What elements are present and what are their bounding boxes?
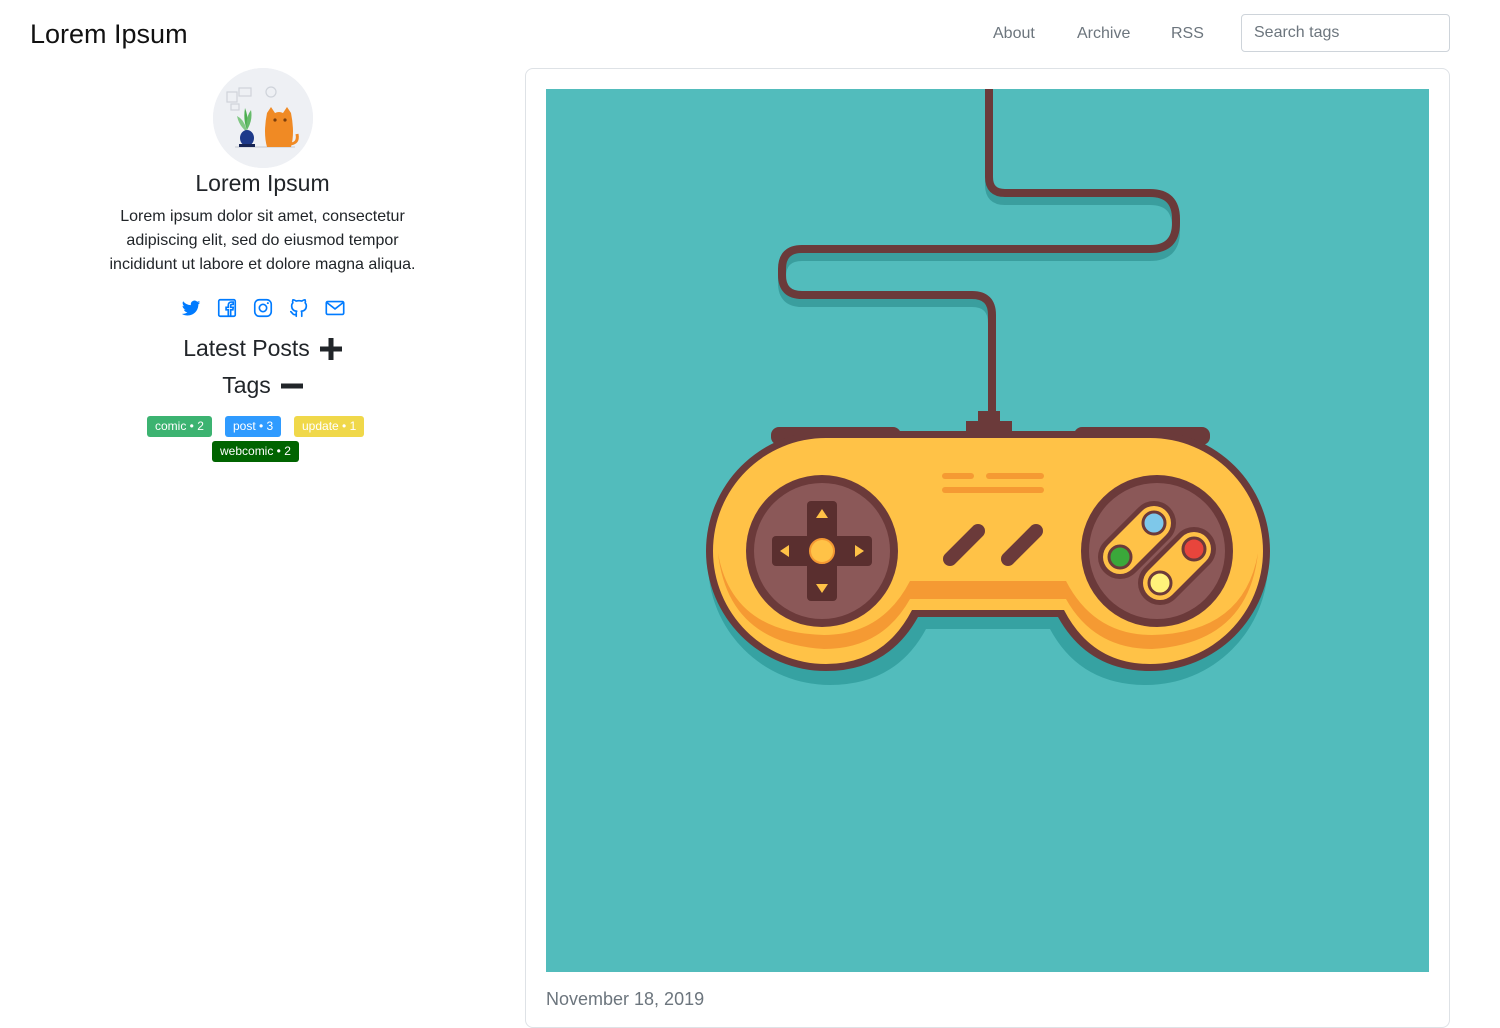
mail-link[interactable] [324, 297, 346, 319]
instagram-icon [253, 298, 273, 318]
facebook-link[interactable] [216, 297, 238, 319]
game-controller-illustration [546, 89, 1429, 972]
tag-comic[interactable]: comic • 2 [147, 416, 212, 437]
mail-icon [325, 300, 345, 316]
tags-heading[interactable]: Tags [0, 370, 525, 400]
tag-webcomic[interactable]: webcomic • 2 [212, 441, 299, 462]
tag-update[interactable]: update • 1 [294, 416, 365, 437]
plus-icon[interactable] [319, 337, 342, 360]
brand-link[interactable]: Lorem Ipsum [30, 16, 188, 52]
navbar: Lorem Ipsum About Archive RSS [0, 0, 1500, 68]
minus-icon[interactable] [280, 374, 303, 396]
nav-link-about[interactable]: About [993, 22, 1035, 46]
instagram-link[interactable] [252, 297, 274, 319]
avatar [213, 68, 313, 168]
profile-bio: Lorem ipsum dolor sit amet, consectetur … [109, 208, 416, 273]
twitter-link[interactable] [180, 297, 202, 319]
nav-link-archive[interactable]: Archive [1077, 22, 1130, 46]
tags-label: Tags [222, 372, 271, 398]
latest-posts-heading[interactable]: Latest Posts [0, 333, 525, 363]
twitter-icon [181, 300, 201, 316]
tag-post[interactable]: post • 3 [225, 416, 282, 437]
facebook-icon [217, 298, 237, 318]
profile-name: Lorem Ipsum [195, 170, 330, 196]
social-links [180, 297, 350, 319]
latest-posts-label: Latest Posts [183, 335, 310, 361]
search-tags-input[interactable] [1241, 14, 1450, 52]
post-image[interactable] [546, 89, 1429, 972]
github-link[interactable] [288, 297, 310, 319]
github-icon [289, 298, 308, 318]
avatar-illustration [213, 68, 313, 168]
post-card: November 18, 2019 [525, 68, 1450, 1028]
nav-link-rss[interactable]: RSS [1171, 22, 1204, 46]
